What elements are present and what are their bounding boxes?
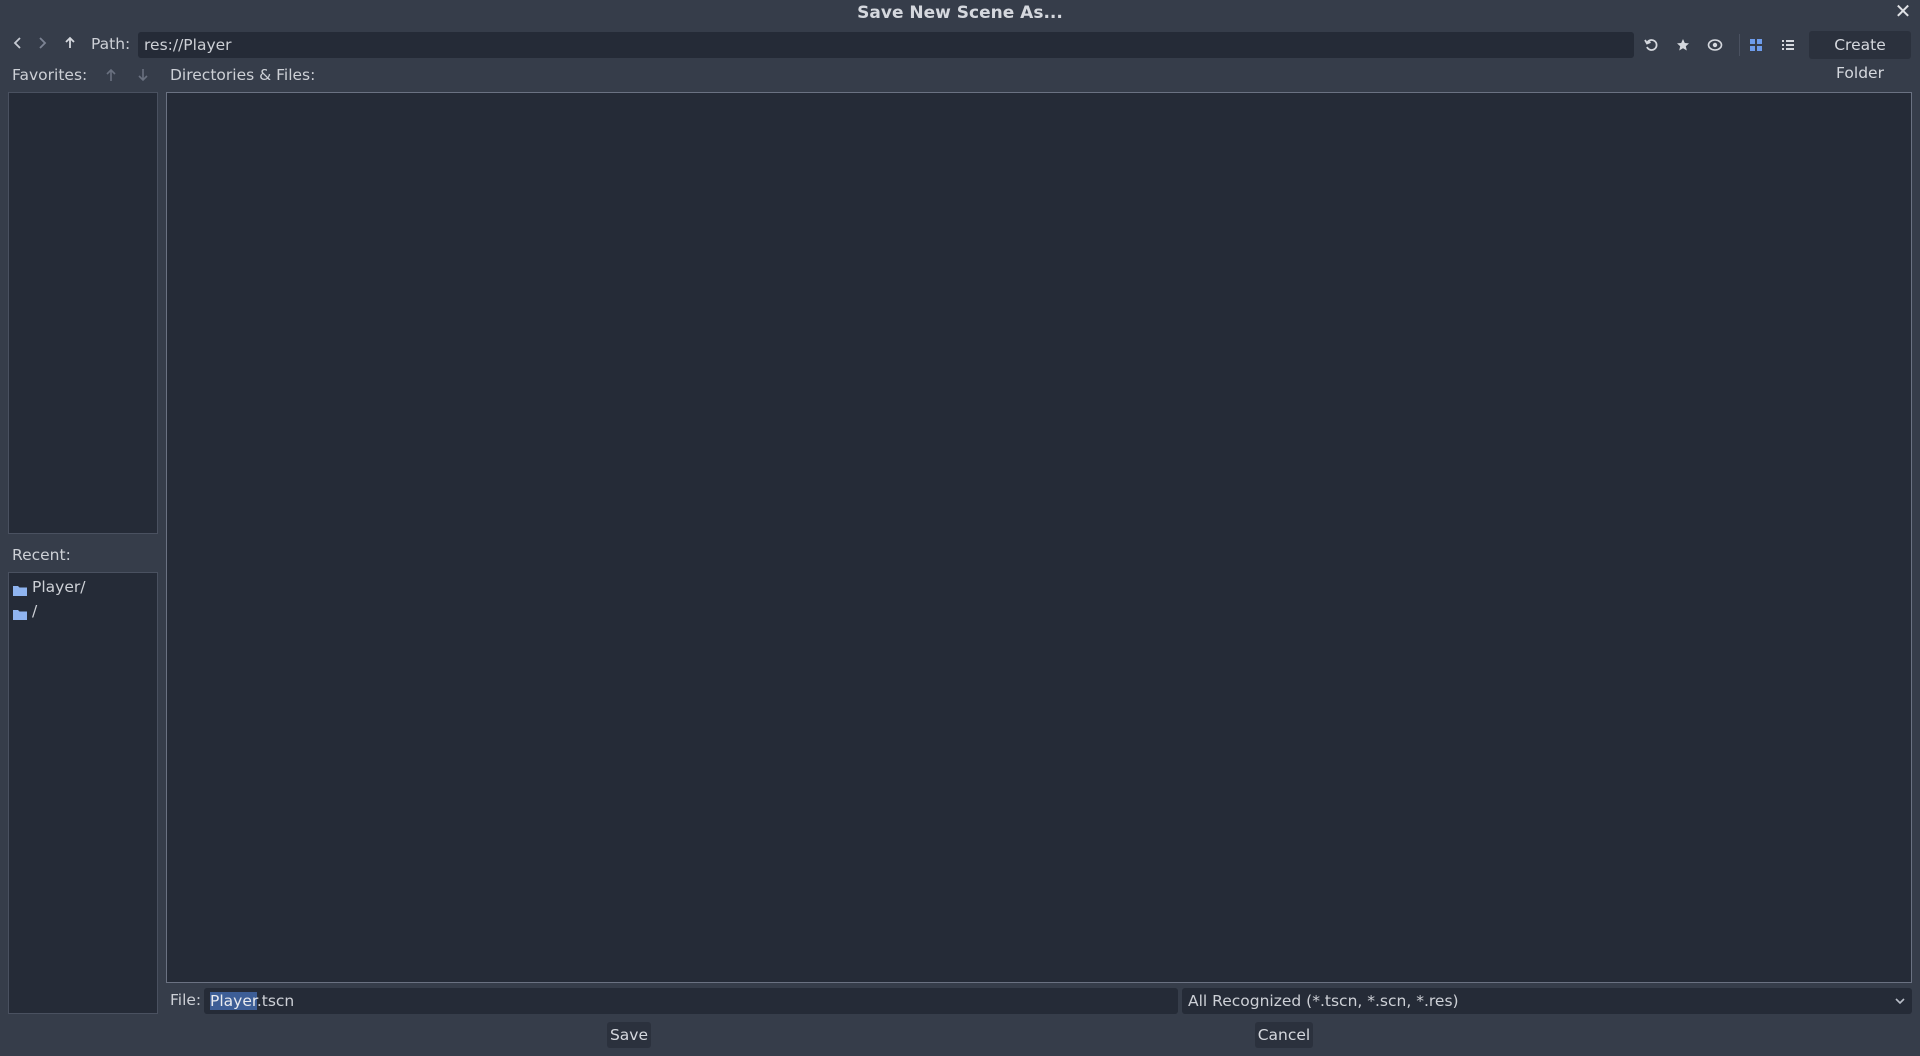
recent-label: Recent: <box>12 546 71 564</box>
toolbar: Path: res://Player Create Folder <box>0 31 1920 82</box>
recent-item-player[interactable]: Player/ <box>13 576 153 598</box>
file-name-extension: .tscn <box>256 992 295 1010</box>
save-button[interactable]: Save <box>607 1022 651 1048</box>
grid-view-icon[interactable] <box>1743 32 1769 58</box>
arrow-up-icon[interactable] <box>58 31 82 59</box>
move-favorite-down-icon[interactable] <box>133 65 153 85</box>
eye-icon[interactable] <box>1702 32 1728 58</box>
create-folder-button[interactable]: Create Folder <box>1809 31 1911 82</box>
folder-icon <box>13 606 27 620</box>
file-name-selection: Player <box>210 992 257 1010</box>
chevron-right-icon[interactable] <box>30 31 54 59</box>
recent-item-label: / <box>32 602 38 620</box>
favorites-label: Favorites: <box>12 66 88 84</box>
favorites-list[interactable] <box>8 92 158 534</box>
star-icon[interactable] <box>1670 32 1696 58</box>
recent-list: Player/ / <box>8 572 158 1014</box>
list-view-icon[interactable] <box>1775 32 1801 58</box>
recent-item-root[interactable]: / <box>13 600 153 622</box>
file-label: File: <box>170 991 202 1009</box>
recent-item-label: Player/ <box>32 578 86 596</box>
save-scene-dialog: Save New Scene As... ✕ Path: res://Playe… <box>0 0 1920 1056</box>
cancel-button[interactable]: Cancel <box>1255 1022 1313 1048</box>
path-label: Path: <box>91 35 131 53</box>
toolbar-separator <box>1739 34 1740 56</box>
file-filter-select[interactable]: All Recognized (*.tscn, *.scn, *.res) <box>1182 988 1912 1014</box>
files-list[interactable] <box>166 92 1912 983</box>
move-favorite-up-icon[interactable] <box>101 65 121 85</box>
folder-icon <box>13 582 27 596</box>
chevron-down-icon <box>1894 988 1906 1023</box>
close-icon[interactable]: ✕ <box>1892 0 1914 24</box>
dialog-title: Save New Scene As... <box>857 3 1063 23</box>
file-filter-value: All Recognized (*.tscn, *.scn, *.res) <box>1188 992 1459 1010</box>
path-input[interactable]: res://Player <box>138 32 1634 58</box>
title-bar: Save New Scene As... ✕ <box>0 0 1920 27</box>
refresh-icon[interactable] <box>1638 32 1664 58</box>
directories-files-label: Directories & Files: <box>170 66 316 84</box>
chevron-left-icon[interactable] <box>6 31 30 59</box>
file-name-input[interactable]: Player.tscn <box>204 988 1178 1014</box>
